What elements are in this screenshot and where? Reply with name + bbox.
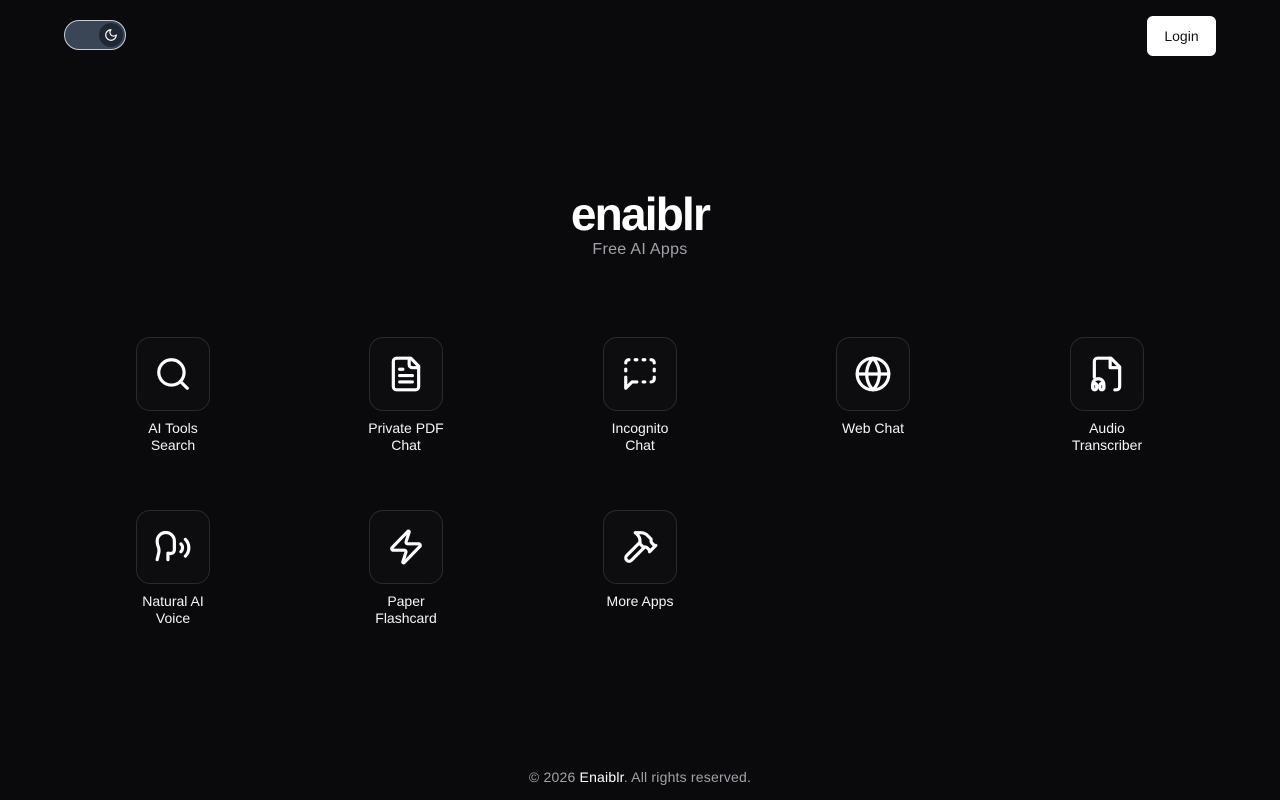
brand-title: enaiblr: [570, 188, 711, 240]
globe-icon: [855, 356, 891, 392]
app-label: Incognito Chat: [611, 420, 669, 453]
app-web-chat[interactable]: Web Chat: [803, 337, 943, 437]
app-incognito-chat[interactable]: Incognito Chat: [570, 337, 710, 454]
copyright-suffix: . All rights reserved.: [623, 769, 752, 785]
app-label: AI Tools Search: [148, 420, 198, 453]
app-private-pdf-chat[interactable]: Private PDF Chat: [336, 337, 476, 454]
app-label: Paper Flashcard: [375, 593, 437, 626]
hammer-icon: [624, 531, 658, 563]
search-icon: [157, 358, 189, 390]
moon-icon: [105, 29, 117, 41]
app-tile: [603, 510, 677, 584]
app-tile: [1070, 337, 1144, 411]
dashed-message-icon: [624, 358, 656, 390]
app-tile: [369, 510, 443, 584]
app-tile: [369, 337, 443, 411]
lightning-icon: [390, 529, 422, 565]
app-label: Private PDF Chat: [368, 420, 444, 453]
app-label: Web Chat: [842, 420, 904, 436]
app-tile: [136, 510, 210, 584]
app-paper-flashcard[interactable]: Paper Flashcard: [336, 510, 476, 627]
app-tile: [836, 337, 910, 411]
app-ai-tools-search[interactable]: AI Tools Search: [103, 337, 243, 454]
app-label: Audio Transcriber: [1071, 420, 1143, 453]
file-audio-icon: [1091, 356, 1122, 392]
copyright-prefix: © 2026: [528, 769, 580, 785]
tagline: Free AI Apps: [592, 241, 688, 258]
app-audio-transcriber[interactable]: Audio Transcriber: [1037, 337, 1177, 454]
hero: enaiblr Free AI Apps: [0, 186, 1280, 260]
speech-icon: [155, 530, 191, 562]
app-label: More Apps: [606, 593, 674, 609]
document-icon: [391, 356, 421, 392]
footer-brand: Enaiblr: [579, 769, 624, 785]
theme-toggle[interactable]: [64, 20, 126, 50]
page: Login enaiblr Free AI Apps AI Tools Searc…: [0, 0, 1280, 800]
login-button[interactable]: Login: [1147, 16, 1216, 56]
app-tile: [136, 337, 210, 411]
footer: © 2026 Enaiblr. All rights reserved.: [0, 769, 1280, 785]
app-natural-ai-voice[interactable]: Natural AI Voice: [103, 510, 243, 627]
app-label: Natural AI Voice: [142, 593, 204, 626]
app-tile: [603, 337, 677, 411]
toggle-knob: [99, 23, 123, 47]
app-more-apps[interactable]: More Apps: [570, 510, 710, 610]
